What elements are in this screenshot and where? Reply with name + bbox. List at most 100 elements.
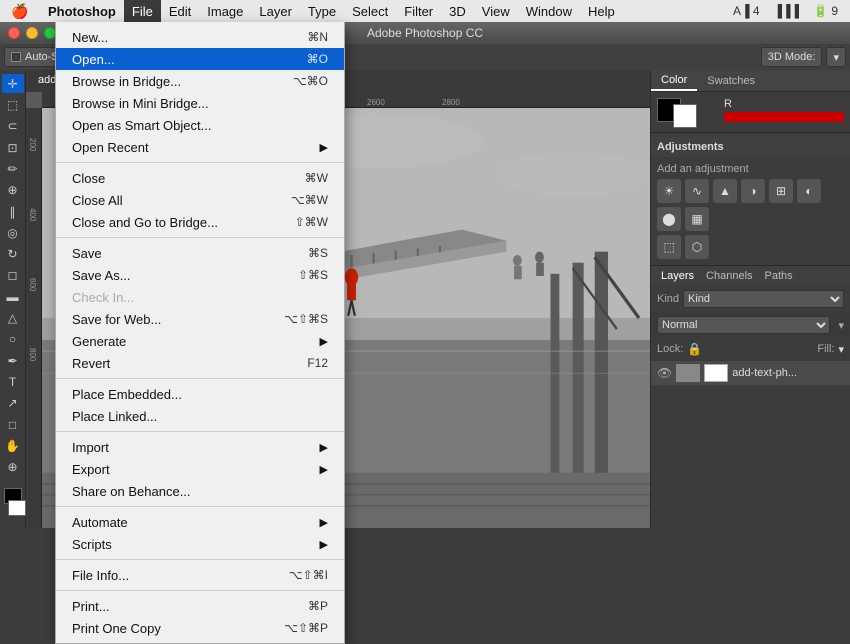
eyedropper-tool[interactable]: ✏ xyxy=(2,159,24,178)
layer-mask-thumb xyxy=(704,364,728,382)
color-swatches-tabs: Color Swatches xyxy=(651,70,850,92)
type-tool[interactable]: T xyxy=(2,372,24,391)
layer-row-1[interactable]: 👁 add-text-ph... xyxy=(651,360,850,385)
tab-color[interactable]: Color xyxy=(651,70,697,91)
select-tool[interactable]: ⬚ xyxy=(2,95,24,114)
clone-tool[interactable]: ◎ xyxy=(2,223,24,242)
layer-visibility-icon[interactable]: 👁 xyxy=(657,366,672,380)
menu-item-revert[interactable]: Revert F12 xyxy=(56,352,344,374)
adj-panel-btn1[interactable]: ⬚ xyxy=(657,235,681,259)
background-swatch[interactable] xyxy=(673,104,697,128)
menu-window[interactable]: Window xyxy=(518,0,580,22)
color-section: R xyxy=(651,92,850,128)
tab-swatches[interactable]: Swatches xyxy=(697,70,765,91)
menu-item-open-recent[interactable]: Open Recent ▶ xyxy=(56,136,344,158)
adj-gradient-map[interactable]: ▦ xyxy=(685,207,709,231)
menu-3d[interactable]: 3D xyxy=(441,0,474,22)
dodge-tool[interactable]: ○ xyxy=(2,330,24,349)
hand-tool[interactable]: ✋ xyxy=(2,436,24,455)
left-toolbar: ✛ ⬚ ⊂ ⊡ ✏ ⊕ ∥ ◎ ↻ ◻ ▬ △ ○ ✒ T ↗ □ ✋ ⊕ xyxy=(0,70,26,528)
menu-item-save-as[interactable]: Save As... ⇧⌘S xyxy=(56,264,344,286)
adj-panel-btn2[interactable]: ⬡ xyxy=(685,235,709,259)
menu-filter[interactable]: Filter xyxy=(396,0,441,22)
background-color[interactable] xyxy=(8,500,26,516)
adj-color-balance[interactable]: ⊞ xyxy=(769,179,793,203)
menu-item-close-all[interactable]: Close All ⌥⌘W xyxy=(56,189,344,211)
menu-edit[interactable]: Edit xyxy=(161,0,199,22)
menu-layer[interactable]: Layer xyxy=(251,0,300,22)
tab-channels[interactable]: Channels xyxy=(702,270,756,282)
file-dropdown-menu: New... ⌘N Open... ⌘O Browse in Bridge...… xyxy=(55,22,345,644)
path-select-tool[interactable]: ↗ xyxy=(2,394,24,413)
menu-type[interactable]: Type xyxy=(300,0,344,22)
menu-item-print[interactable]: Print... ⌘P xyxy=(56,595,344,617)
menu-item-file-info[interactable]: File Info... ⌥⇧⌘I xyxy=(56,564,344,586)
menu-item-browse-bridge[interactable]: Browse in Bridge... ⌥⌘O xyxy=(56,70,344,92)
kind-label: Kind xyxy=(657,293,679,305)
minimize-button[interactable] xyxy=(26,27,38,39)
lock-fill-row: Lock: 🔒 Fill: ▾ xyxy=(651,338,850,360)
brush-tool[interactable]: ∥ xyxy=(2,202,24,221)
menu-item-open[interactable]: Open... ⌘O xyxy=(56,48,344,70)
adj-photo-filter[interactable]: ⬤ xyxy=(657,207,681,231)
lasso-tool[interactable]: ⊂ xyxy=(2,117,24,136)
menu-item-close-bridge[interactable]: Close and Go to Bridge... ⇧⌘W xyxy=(56,211,344,233)
layer-name[interactable]: add-text-ph... xyxy=(732,367,844,379)
color-swatches-row: R xyxy=(657,98,844,122)
menu-select[interactable]: Select xyxy=(344,0,396,22)
tab-paths[interactable]: Paths xyxy=(761,270,797,282)
color-r-slider[interactable] xyxy=(724,112,844,122)
adj-curves[interactable]: ∿ xyxy=(685,179,709,203)
fill-value: ▾ xyxy=(838,343,844,356)
eraser-tool[interactable]: ◻ xyxy=(2,266,24,285)
color-divider xyxy=(651,132,850,133)
blend-mode-select[interactable]: Normal xyxy=(657,316,830,334)
crop-tool[interactable]: ⊡ xyxy=(2,138,24,157)
layers-controls: Kind Kind xyxy=(651,286,850,312)
pen-tool[interactable]: ✒ xyxy=(2,351,24,370)
menu-item-open-smart[interactable]: Open as Smart Object... xyxy=(56,114,344,136)
separator-3 xyxy=(56,378,344,379)
menu-help[interactable]: Help xyxy=(580,0,623,22)
menu-view[interactable]: View xyxy=(474,0,518,22)
separator-7 xyxy=(56,590,344,591)
lock-icon[interactable]: 🔒 xyxy=(687,342,702,356)
move-tool[interactable]: ✛ xyxy=(2,74,24,93)
zoom-tool[interactable]: ⊕ xyxy=(2,458,24,477)
menu-item-save-web[interactable]: Save for Web... ⌥⇧⌘S xyxy=(56,308,344,330)
adj-brightness[interactable]: ☀ xyxy=(657,179,681,203)
adobe-icon: A▐ 4 xyxy=(729,4,764,18)
menu-item-export[interactable]: Export ▶ xyxy=(56,458,344,480)
menu-item-import[interactable]: Import ▶ xyxy=(56,436,344,458)
apple-menu[interactable]: 🍎 xyxy=(0,0,40,22)
shape-tool[interactable]: □ xyxy=(2,415,24,434)
3d-mode-select[interactable]: ▾ xyxy=(826,47,846,67)
gradient-tool[interactable]: ▬ xyxy=(2,287,24,306)
separator-2 xyxy=(56,237,344,238)
menu-item-close[interactable]: Close ⌘W xyxy=(56,167,344,189)
tab-layers[interactable]: Layers xyxy=(657,270,698,282)
app-name: Photoshop xyxy=(40,4,124,19)
menu-item-save[interactable]: Save ⌘S xyxy=(56,242,344,264)
menu-item-automate[interactable]: Automate ▶ xyxy=(56,511,344,533)
adj-levels[interactable]: ▲ xyxy=(713,179,737,203)
healing-tool[interactable]: ⊕ xyxy=(2,181,24,200)
right-panel: Color Swatches R Adjustments Add xyxy=(650,70,850,528)
menu-item-place-linked[interactable]: Place Linked... xyxy=(56,405,344,427)
menubar-right: A▐ 4 ▐▐▐ 🔋 9 xyxy=(729,4,850,18)
adj-hue[interactable]: ◑ xyxy=(741,179,765,203)
menu-item-print-one[interactable]: Print One Copy ⌥⇧⌘P xyxy=(56,617,344,639)
close-button[interactable] xyxy=(8,27,20,39)
menu-item-browse-mini-bridge[interactable]: Browse in Mini Bridge... xyxy=(56,92,344,114)
menu-image[interactable]: Image xyxy=(199,0,251,22)
menu-item-new[interactable]: New... ⌘N xyxy=(56,26,344,48)
adj-black-white[interactable]: ◐ xyxy=(797,179,821,203)
menu-file[interactable]: File xyxy=(124,0,161,22)
kind-select[interactable]: Kind xyxy=(683,290,844,308)
menu-item-scripts[interactable]: Scripts ▶ xyxy=(56,533,344,555)
menu-item-place-embedded[interactable]: Place Embedded... xyxy=(56,383,344,405)
menu-item-generate[interactable]: Generate ▶ xyxy=(56,330,344,352)
history-tool[interactable]: ↻ xyxy=(2,245,24,264)
blur-tool[interactable]: △ xyxy=(2,308,24,327)
menu-item-share-behance[interactable]: Share on Behance... xyxy=(56,480,344,502)
